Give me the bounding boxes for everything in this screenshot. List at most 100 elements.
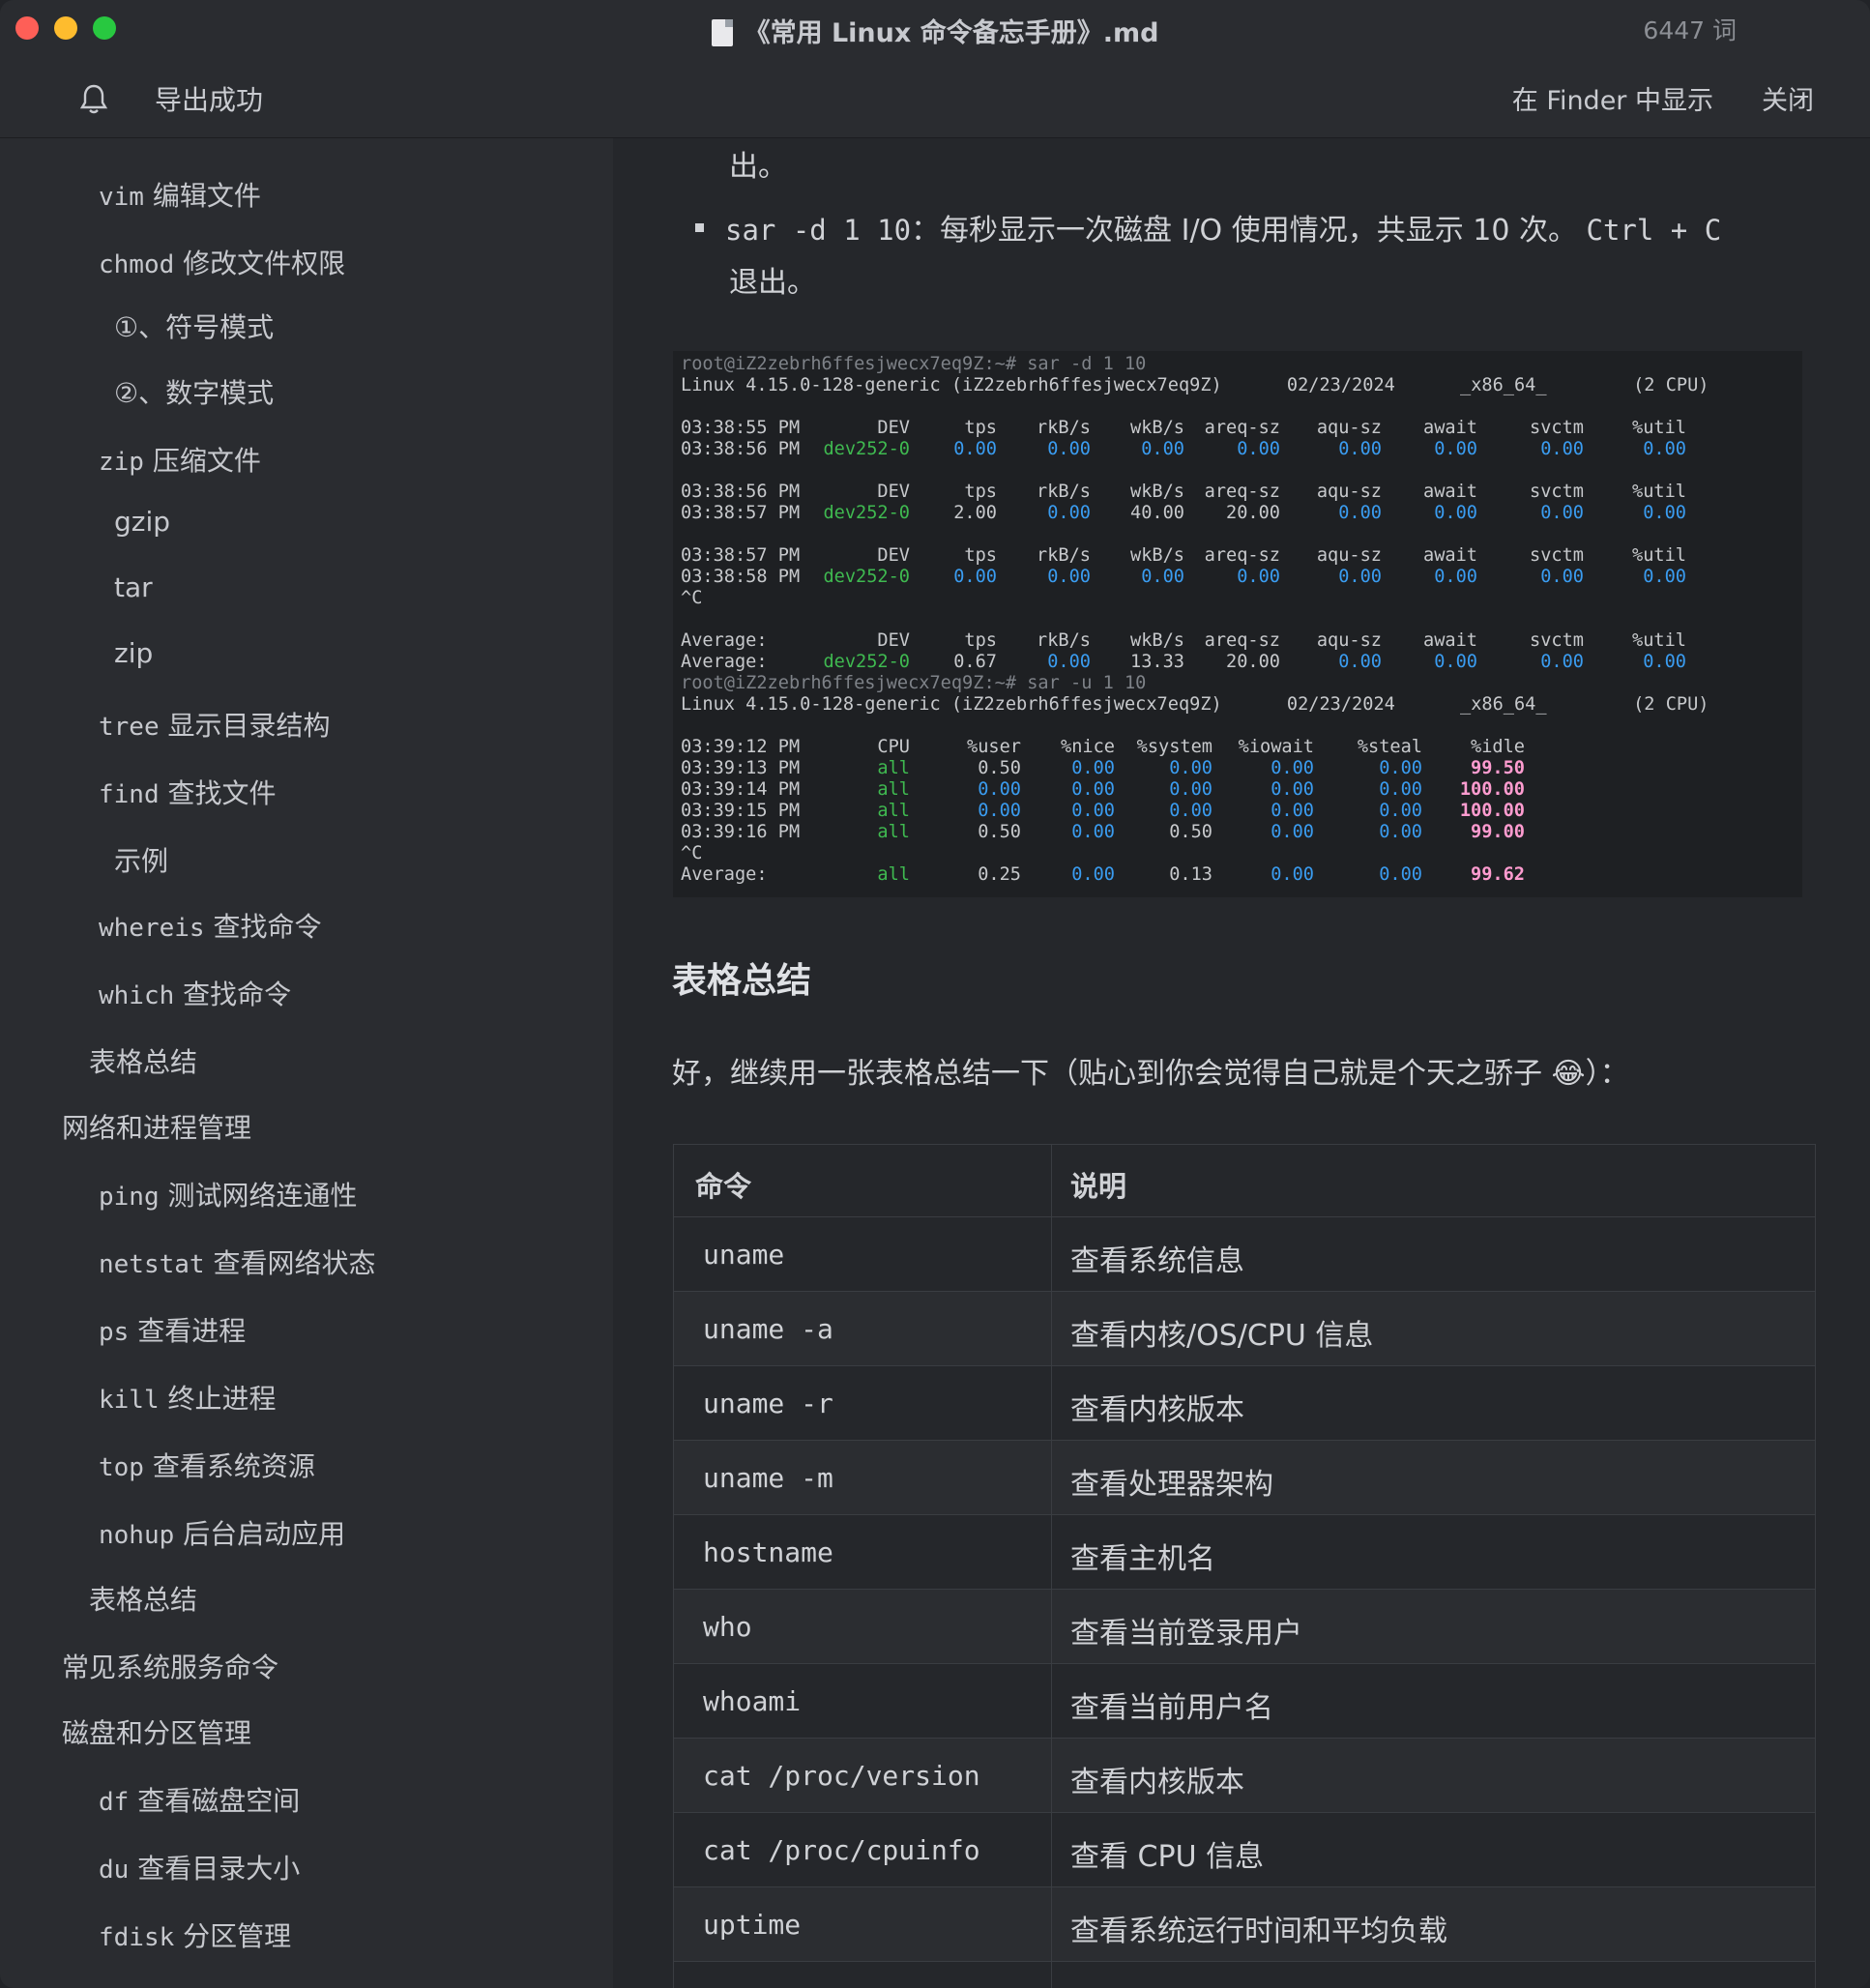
outline-item-label: gzip bbox=[114, 506, 171, 538]
table-cell-command: uname -m bbox=[674, 1441, 1052, 1514]
show-in-finder-button[interactable]: 在 Finder 中显示 bbox=[1512, 79, 1713, 117]
outline-item[interactable]: 表格总结 bbox=[89, 1579, 197, 1618]
app-window: 《常用 Linux 命令备忘手册》.md 6447 词 导出成功 在 Finde… bbox=[0, 0, 1870, 1988]
terminal-cell: 0.25 bbox=[978, 864, 1021, 885]
description-text: 查看当前用户名 bbox=[1070, 1691, 1273, 1725]
description-text: 查看系统运行时间和平均负载 bbox=[1070, 1915, 1447, 1948]
terminal-ctrlc: ^C bbox=[681, 843, 703, 863]
outline-item[interactable]: fdisk 分区管理 bbox=[99, 1915, 291, 1954]
terminal-cell: tps bbox=[964, 418, 997, 438]
terminal-cell: 0.00 bbox=[1379, 779, 1422, 800]
outline-item[interactable]: find 查找文件 bbox=[99, 773, 277, 811]
table-header-cell: 命令 bbox=[674, 1145, 1052, 1216]
outline-item[interactable]: kill 终止进程 bbox=[99, 1378, 277, 1417]
table-cell-command: uname -a bbox=[674, 1292, 1052, 1365]
outline-item[interactable]: ps 查看进程 bbox=[99, 1310, 246, 1349]
outline-item[interactable]: 磁盘和分区管理 bbox=[62, 1712, 251, 1751]
outline-item-code: ping bbox=[99, 1183, 160, 1212]
outline-item[interactable]: gzip bbox=[114, 506, 170, 538]
terminal-cell: 99.50 bbox=[1471, 758, 1525, 778]
terminal-cell: tps bbox=[964, 545, 997, 566]
window-title: 《常用 Linux 命令备忘手册》.md bbox=[0, 12, 1870, 49]
outline-item[interactable]: 常见系统服务命令 bbox=[62, 1647, 278, 1685]
outline-item[interactable]: ①、符号模式 bbox=[114, 307, 274, 345]
outline-item-label: 查找命令 bbox=[204, 911, 322, 943]
terminal-screenshot: root@iZ2zebrh6ffesjwecx7eq9Z:~# sar -d 1… bbox=[673, 351, 1802, 897]
outline-item-code: find bbox=[99, 780, 160, 809]
terminal-cell: svctm bbox=[1530, 418, 1584, 438]
table-row: cat /proc/version 查看内核版本 bbox=[674, 1738, 1815, 1812]
outline-item-label: 终止进程 bbox=[159, 1383, 277, 1415]
outline-item[interactable]: du 查看目录大小 bbox=[99, 1848, 300, 1886]
table-cell-command: cat /proc/cpuinfo bbox=[674, 1813, 1052, 1886]
outline-item-code: top bbox=[99, 1453, 144, 1482]
outline-item[interactable]: tree 显示目录结构 bbox=[99, 705, 331, 744]
command-text: uname -r bbox=[703, 1388, 833, 1419]
command-text: whoami bbox=[703, 1685, 802, 1717]
outline-item[interactable]: which 查找命令 bbox=[99, 974, 291, 1012]
terminal-time: 03:39:14 PM bbox=[681, 779, 801, 800]
terminal-cell: areq-sz bbox=[1204, 545, 1280, 566]
terminal-cell: 0.00 bbox=[1271, 822, 1314, 842]
outline-item-code: du bbox=[99, 1856, 130, 1885]
outline-item-label: 表格总结 bbox=[89, 1584, 198, 1616]
terminal-cell: 0.50 bbox=[978, 758, 1021, 778]
outline-item-label: 常见系统服务命令 bbox=[62, 1652, 279, 1683]
terminal-cell: 0.00 bbox=[1169, 779, 1213, 800]
table-cell-command: uptime bbox=[674, 1887, 1052, 1961]
terminal-cell: all bbox=[877, 801, 910, 821]
outline-item-label: 显示目录结构 bbox=[159, 710, 331, 742]
outline-item[interactable]: df 查看磁盘空间 bbox=[99, 1780, 300, 1819]
terminal-cell: 13.33 bbox=[1130, 652, 1184, 672]
close-notification-button[interactable]: 关闭 bbox=[1762, 79, 1814, 117]
table-cell-command: hostname bbox=[674, 1515, 1052, 1589]
outline-item[interactable]: vim 编辑文件 bbox=[99, 175, 261, 214]
terminal-cell: 0.00 bbox=[978, 779, 1021, 800]
title-bar: 《常用 Linux 命令备忘手册》.md 6447 词 bbox=[0, 0, 1870, 54]
terminal-cell: svctm bbox=[1530, 482, 1584, 502]
terminal-time: 03:38:57 PM bbox=[681, 545, 801, 566]
paragraph-text: 出。 bbox=[729, 150, 787, 184]
terminal-cell: dev252-0 bbox=[823, 439, 910, 459]
bell-icon bbox=[79, 84, 108, 114]
terminal-cell: %system bbox=[1136, 737, 1213, 757]
terminal-cell: %user bbox=[967, 737, 1021, 757]
terminal-cell: tps bbox=[964, 630, 997, 651]
terminal-time: Average: bbox=[681, 630, 768, 651]
outline-item-label: 查看系统资源 bbox=[143, 1450, 315, 1482]
terminal-cell: 100.00 bbox=[1459, 779, 1525, 800]
outline-item[interactable]: top 查看系统资源 bbox=[99, 1446, 315, 1484]
terminal-cell: dev252-0 bbox=[823, 503, 910, 523]
outline-item[interactable]: ②、数字模式 bbox=[114, 372, 274, 411]
terminal-cell: 0.00 bbox=[1169, 801, 1213, 821]
terminal-cell: await bbox=[1423, 418, 1477, 438]
terminal-cell: 0.00 bbox=[1379, 864, 1422, 885]
terminal-cell: all bbox=[877, 864, 910, 885]
terminal-cell: 0.00 bbox=[1071, 864, 1115, 885]
terminal-time: Average: bbox=[681, 652, 768, 672]
outline-item[interactable]: zip bbox=[114, 637, 153, 669]
terminal-cell: DEV bbox=[877, 545, 910, 566]
terminal-cell: 0.00 bbox=[1271, 864, 1314, 885]
terminal-cell: 20.00 bbox=[1226, 652, 1280, 672]
outline-item[interactable]: 示例 bbox=[114, 840, 168, 879]
outline-item[interactable]: 网络和进程管理 bbox=[62, 1107, 251, 1146]
command-text: vmstat bbox=[703, 1983, 801, 1988]
outline-item[interactable]: whereis 查找命令 bbox=[99, 906, 321, 945]
terminal-cell: rkB/s bbox=[1037, 630, 1091, 651]
command-table: 命令 说明 uname 查看系统信息 uname -a 查看内核/OS/CPU 信息 una… bbox=[673, 1144, 1816, 1988]
table-cell-command: uname bbox=[674, 1217, 1052, 1291]
outline-item[interactable]: 表格总结 bbox=[89, 1041, 197, 1080]
section-heading: 表格总结 bbox=[672, 961, 812, 1001]
outline-item[interactable]: netstat 查看网络状态 bbox=[99, 1242, 375, 1281]
outline-item-label: 网络和进程管理 bbox=[62, 1112, 252, 1144]
terminal-cell: aqu-sz bbox=[1316, 418, 1382, 438]
outline-item[interactable]: nohup 后台启动应用 bbox=[99, 1513, 345, 1552]
terminal-sysinfo: Linux 4.15.0-128-generic (iZ2zebrh6ffesj… bbox=[681, 375, 1709, 395]
outline-item[interactable]: zip 压缩文件 bbox=[99, 440, 261, 479]
outline-item[interactable]: tar bbox=[114, 571, 153, 603]
outline-item[interactable]: chmod 修改文件权限 bbox=[99, 243, 345, 281]
terminal-cell: await bbox=[1423, 482, 1477, 502]
terminal-cell: 0.00 bbox=[1071, 801, 1115, 821]
outline-item[interactable]: ping 测试网络连通性 bbox=[99, 1175, 358, 1213]
